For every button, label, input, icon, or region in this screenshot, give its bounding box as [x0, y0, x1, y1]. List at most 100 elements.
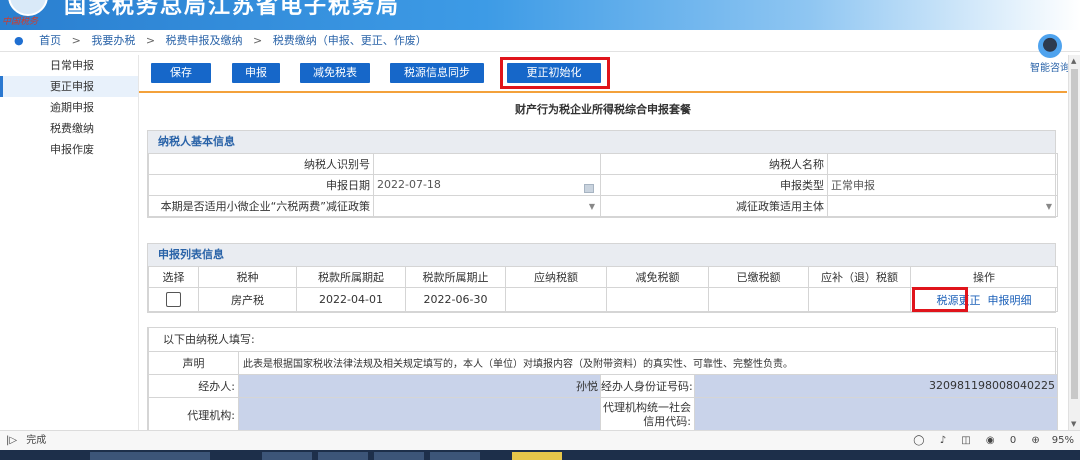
taskbar-item[interactable]: [262, 452, 312, 460]
policy-subject-label: 减征政策适用主体: [600, 195, 828, 217]
sidebar-item-daily[interactable]: 日常申报: [0, 55, 138, 76]
zoom-control[interactable]: ⊕ 95%: [1031, 435, 1074, 446]
calendar-icon[interactable]: [584, 183, 594, 193]
dropdown-arrow-icon: ▼: [588, 201, 595, 211]
taxpayer-name-label: 纳税人名称: [600, 153, 828, 175]
correction-init-highlight: [500, 57, 610, 89]
dropdown-arrow-icon: ▼: [1045, 201, 1052, 211]
declare-list-table: 选择 税种 税款所属期起 税款所属期止 应纳税额 减免税额 已缴税额 应补（退）…: [148, 266, 1058, 312]
declare-detail-link[interactable]: 申报明细: [988, 294, 1032, 307]
section-title-basic: 纳税人基本信息: [148, 131, 1055, 153]
main-content: 保存 申报 减免税表 税源信息同步 更正初始化 财产行为税企业所得税综合申报套餐…: [138, 55, 1067, 434]
scroll-up-arrow-icon[interactable]: ▲: [1071, 57, 1076, 65]
tax-relief-table-button[interactable]: 减免税表: [300, 63, 370, 83]
site-title: 国家税务总局江苏省电子税务局: [64, 0, 401, 19]
cell-period-start: 2022-04-01: [296, 287, 406, 312]
location-pin-icon: ●: [14, 34, 24, 47]
taskbar-item[interactable]: [374, 452, 424, 460]
tax-source-correction-highlight: [912, 287, 968, 312]
declare-date-label: 申报日期: [148, 174, 374, 196]
tax-source-sync-button[interactable]: 税源信息同步: [390, 63, 484, 83]
download-count[interactable]: ◉ 0: [986, 435, 1016, 446]
zoom-value: 95%: [1051, 435, 1074, 446]
taxpayer-id-label: 纳税人识别号: [148, 153, 374, 175]
cell-actions: 税源更正 申报明细: [910, 287, 1058, 312]
declare-type-value: 正常申报: [827, 174, 1058, 196]
column-header: 选择: [148, 266, 199, 288]
taskbar-item[interactable]: [318, 452, 368, 460]
column-header: 税款所属期止: [405, 266, 506, 288]
table-row: 房产税 2022-04-01 2022-06-30 税源更正 申报明细: [148, 287, 1058, 312]
breadcrumb-separator: >: [145, 34, 156, 47]
small-biz-policy-select[interactable]: ▼: [373, 195, 601, 217]
breadcrumb-item-tax[interactable]: 我要办税: [91, 34, 135, 47]
column-header: 税种: [198, 266, 297, 288]
taskbar-item[interactable]: [90, 452, 210, 460]
declare-date-field[interactable]: 2022-07-18: [373, 174, 601, 196]
declaration-section: 以下由纳税人填写: 声明 此表是根据国家税收法律法规及相关规定填写的，本人（单位…: [147, 327, 1059, 434]
table-header-row: 选择 税种 税款所属期起 税款所属期止 应纳税额 减免税额 已缴税额 应补（退）…: [148, 266, 1058, 288]
sidebar-item-payment[interactable]: 税费缴纳: [0, 118, 138, 139]
column-header: 操作: [910, 266, 1058, 288]
page-scrollbar[interactable]: ▲ ▼: [1068, 55, 1080, 430]
save-button[interactable]: 保存: [151, 63, 211, 83]
taxpayer-id-value: [373, 153, 601, 175]
policy-subject-select[interactable]: ▼: [827, 195, 1058, 217]
breadcrumb-separator: >: [71, 34, 81, 47]
row-select-checkbox[interactable]: [166, 292, 181, 307]
agency-code-label: 代理机构统一社会 信用代码:: [600, 396, 695, 434]
column-header: 应纳税额: [505, 266, 607, 288]
declare-type-label: 申报类型: [600, 174, 828, 196]
scroll-down-arrow-icon[interactable]: ▼: [1071, 420, 1076, 428]
column-header: 减免税额: [606, 266, 709, 288]
sidebar-toggle-icon[interactable]: |▷: [6, 435, 17, 446]
breadcrumb: ● 首页 > 我要办税 > 税费申报及缴纳 > 税费缴纳（申报、更正、作废）: [0, 30, 1080, 52]
shield-icon[interactable]: ◯: [913, 435, 924, 446]
breadcrumb-item-current[interactable]: 税费缴纳（申报、更正、作废）: [273, 34, 427, 47]
brand-script-logo: 中国税务: [2, 17, 39, 27]
declare-date-value: 2022-07-18: [377, 177, 441, 191]
agency-input[interactable]: [238, 396, 601, 434]
column-header: 税款所属期起: [296, 266, 406, 288]
taxpayer-info-table: 纳税人识别号 纳税人名称 申报日期 2022-07-18 申报类型 正常申报 本…: [148, 153, 1058, 217]
sidebar-item-void[interactable]: 申报作废: [0, 139, 138, 160]
taskbar-item[interactable]: [430, 452, 480, 460]
column-header: 已缴税额: [708, 266, 809, 288]
cell-paid: [708, 287, 809, 312]
declaration-intro: 以下由纳税人填写:: [147, 328, 1059, 352]
os-taskbar: [0, 450, 1080, 460]
site-header: 国家税务总局江苏省电子税务局 中国税务: [0, 0, 1080, 30]
column-header: 应补（退）税额: [808, 266, 911, 288]
accent-divider: [139, 91, 1067, 93]
download-count-value: 0: [1009, 435, 1017, 446]
declare-button[interactable]: 申报: [232, 63, 280, 83]
sidebar-item-overdue[interactable]: 逾期申报: [0, 97, 138, 118]
cell-reduced: [606, 287, 709, 312]
agency-label: 代理机构:: [148, 396, 239, 434]
form-title: 财产行为税企业所得税综合申报套餐: [515, 103, 691, 116]
agency-code-input[interactable]: [693, 396, 1059, 434]
cell-tax-type: 房产税: [198, 287, 297, 312]
agency-code-label-line2: 信用代码:: [643, 415, 691, 428]
downloads-icon[interactable]: ◫: [961, 435, 970, 446]
handler-name-input[interactable]: 孙悦: [238, 373, 601, 398]
statement-label: 声明: [148, 350, 239, 375]
sidebar-item-correction[interactable]: 更正申报: [0, 76, 138, 97]
sidebar: 日常申报 更正申报 逾期申报 税费缴纳 申报作废: [0, 55, 138, 430]
taskbar-item[interactable]: [512, 452, 562, 460]
scrollbar-thumb[interactable]: [1071, 69, 1078, 399]
small-biz-policy-label: 本期是否适用小微企业“六税两费”减征政策: [148, 195, 374, 217]
cell-refund: [808, 287, 911, 312]
status-text: 完成: [26, 435, 47, 446]
cell-period-end: 2022-06-30: [405, 287, 506, 312]
section-title-list: 申报列表信息: [148, 244, 1055, 266]
breadcrumb-home[interactable]: 首页: [39, 34, 61, 47]
handler-label: 经办人:: [148, 373, 239, 398]
browser-statusbar: |▷ 完成 ◯ ♪ ◫ ◉ 0 ⊕ 95%: [0, 430, 1080, 450]
agency-code-label-line1: 代理机构统一社会: [603, 401, 691, 414]
speaker-icon[interactable]: ♪: [940, 435, 946, 446]
breadcrumb-item-declare[interactable]: 税费申报及缴纳: [166, 34, 243, 47]
declaration-table: 以下由纳税人填写: 声明 此表是根据国家税收法律法规及相关规定填写的，本人（单位…: [147, 328, 1059, 434]
handler-id-input[interactable]: 320981198008040225: [693, 373, 1059, 398]
declare-list-section: 申报列表信息 选择 税种 税款所属期起 税款所属期止 应纳税额 减免税额 已缴税…: [147, 243, 1058, 313]
